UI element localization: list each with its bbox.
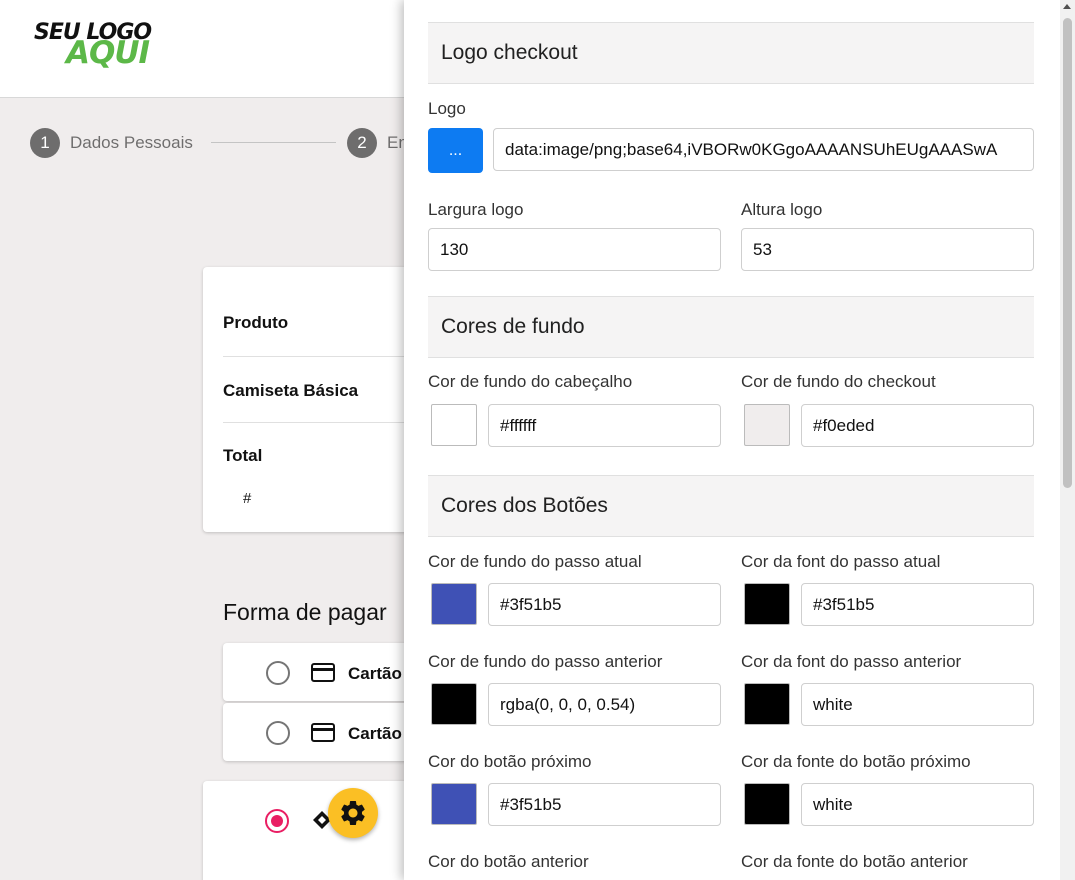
step-endereco[interactable]: 2 En [347, 128, 408, 158]
payment-option-label: Cartão [348, 724, 402, 743]
previous-step-bg-swatch[interactable] [431, 683, 477, 725]
current-step-font-label: Cor da font do passo atual [741, 552, 941, 571]
header-bg-label: Cor de fundo do cabeçalho [428, 372, 633, 391]
header-bg-swatch[interactable] [431, 404, 477, 446]
checkout-bg-field[interactable]: #f0eded [801, 404, 1034, 447]
browse-logo-button[interactable]: ... [428, 128, 483, 173]
total-value: # [243, 490, 252, 507]
logo-line-2: AQUI [66, 35, 150, 71]
credit-card-icon [311, 663, 335, 682]
current-step-font-swatch[interactable] [744, 583, 790, 625]
gear-icon [341, 800, 365, 825]
previous-step-font-field[interactable]: white [801, 683, 1034, 726]
settings-drawer: Logo checkout Logo ... data:image/png;ba… [404, 0, 1060, 880]
current-step-bg-label: Cor de fundo do passo atual [428, 552, 642, 571]
next-button-font-label: Cor da fonte do botão próximo [741, 752, 971, 771]
section-button-colors: Cores dos Botões [428, 475, 1034, 537]
logo-width-label: Largura logo [428, 200, 524, 219]
header-bg-field[interactable]: #ffffff [488, 404, 721, 447]
logo-height-label: Altura logo [741, 200, 823, 219]
checkout-bg-swatch[interactable] [744, 404, 790, 446]
section-title: Cores de fundo [441, 315, 585, 338]
payment-title: Forma de pagar [223, 599, 387, 625]
current-step-font-field[interactable]: #3f51b5 [801, 583, 1034, 626]
credit-card-icon [311, 723, 335, 742]
radio-button-selected[interactable] [265, 809, 289, 833]
previous-step-bg-label: Cor de fundo do passo anterior [428, 652, 663, 671]
logo-label: Logo [428, 99, 466, 118]
next-button-font-swatch[interactable] [744, 783, 790, 825]
prev-button-color-label: Cor do botão anterior [428, 852, 589, 871]
next-button-color-field[interactable]: #3f51b5 [488, 783, 721, 826]
current-step-bg-swatch[interactable] [431, 583, 477, 625]
step-number: 1 [30, 128, 60, 158]
scroll-up-arrow-icon[interactable] [1063, 4, 1071, 9]
next-button-font-field[interactable]: white [801, 783, 1034, 826]
payment-option-label: Cartão [348, 664, 402, 683]
section-background-colors: Cores de fundo [428, 296, 1034, 358]
radio-button[interactable] [266, 661, 290, 685]
logo-height-field[interactable]: 53 [741, 228, 1034, 271]
current-step-bg-field[interactable]: #3f51b5 [488, 583, 721, 626]
logo-data-field[interactable]: data:image/png;base64,iVBORw0KGgoAAAANSU… [493, 128, 1034, 171]
checkout-bg-label: Cor de fundo do checkout [741, 372, 936, 391]
scrollbar-thumb[interactable] [1063, 18, 1072, 488]
brand-logo: SEU LOGO AQUI [34, 20, 174, 74]
previous-step-font-label: Cor da font do passo anterior [741, 652, 962, 671]
settings-gear-button[interactable] [328, 788, 378, 838]
radio-button[interactable] [266, 721, 290, 745]
logo-width-field[interactable]: 130 [428, 228, 721, 271]
step-connector [211, 142, 336, 143]
drawer-scrollbar[interactable] [1060, 0, 1075, 880]
section-title: Logo checkout [441, 41, 578, 64]
section-logo-checkout: Logo checkout [428, 22, 1034, 84]
step-label: Dados Pessoais [70, 133, 193, 152]
next-button-color-label: Cor do botão próximo [428, 752, 592, 771]
step-dados-pessoais[interactable]: 1 Dados Pessoais [30, 128, 193, 158]
step-number: 2 [347, 128, 377, 158]
previous-step-bg-field[interactable]: rgba(0, 0, 0, 0.54) [488, 683, 721, 726]
next-button-color-swatch[interactable] [431, 783, 477, 825]
previous-step-font-swatch[interactable] [744, 683, 790, 725]
prev-button-font-label: Cor da fonte do botão anterior [741, 852, 968, 871]
section-title: Cores dos Botões [441, 494, 608, 517]
